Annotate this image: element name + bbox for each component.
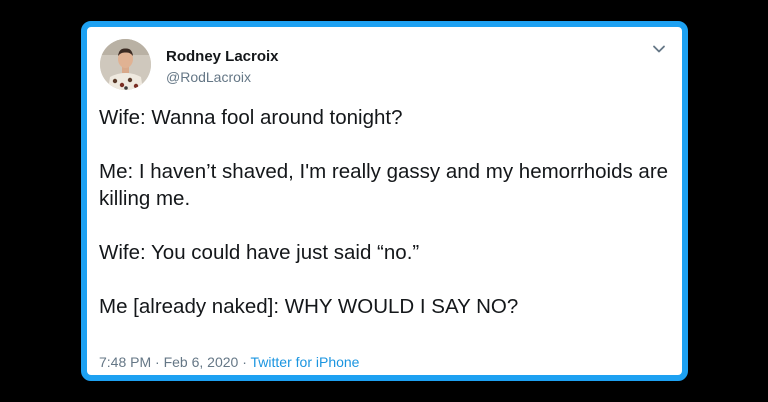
meta-separator: ·	[155, 354, 160, 370]
tweet-text: Wife: Wanna fool around tonight? Me: I h…	[99, 104, 675, 320]
tweet-author: Rodney Lacroix @RodLacroix	[166, 48, 279, 86]
tweet-line: Me [already naked]: WHY WOULD I SAY NO?	[99, 295, 519, 318]
author-name[interactable]: Rodney Lacroix	[166, 48, 279, 66]
profile-photo-avatar	[100, 39, 151, 90]
tweet-source-link[interactable]: Twitter for iPhone	[251, 354, 360, 370]
tweet-time[interactable]: 7:48 PM	[99, 354, 151, 370]
tweet-date[interactable]: Feb 6, 2020	[164, 354, 239, 370]
tweet-line: Me: I haven’t shaved, I'm really gassy a…	[99, 160, 669, 210]
meta-separator: ·	[242, 354, 247, 370]
tweet-line: Wife: Wanna fool around tonight?	[99, 106, 403, 129]
tweet-card: Rodney Lacroix @RodLacroix Wife: Wanna f…	[81, 21, 688, 381]
tweet-meta: 7:48 PM · Feb 6, 2020 · Twitter for iPho…	[99, 353, 359, 371]
avatar[interactable]	[100, 39, 151, 90]
tweet-line: Wife: You could have just said “no.”	[99, 241, 420, 264]
chevron-down-icon[interactable]	[650, 42, 668, 56]
author-handle[interactable]: @RodLacroix	[166, 68, 279, 86]
